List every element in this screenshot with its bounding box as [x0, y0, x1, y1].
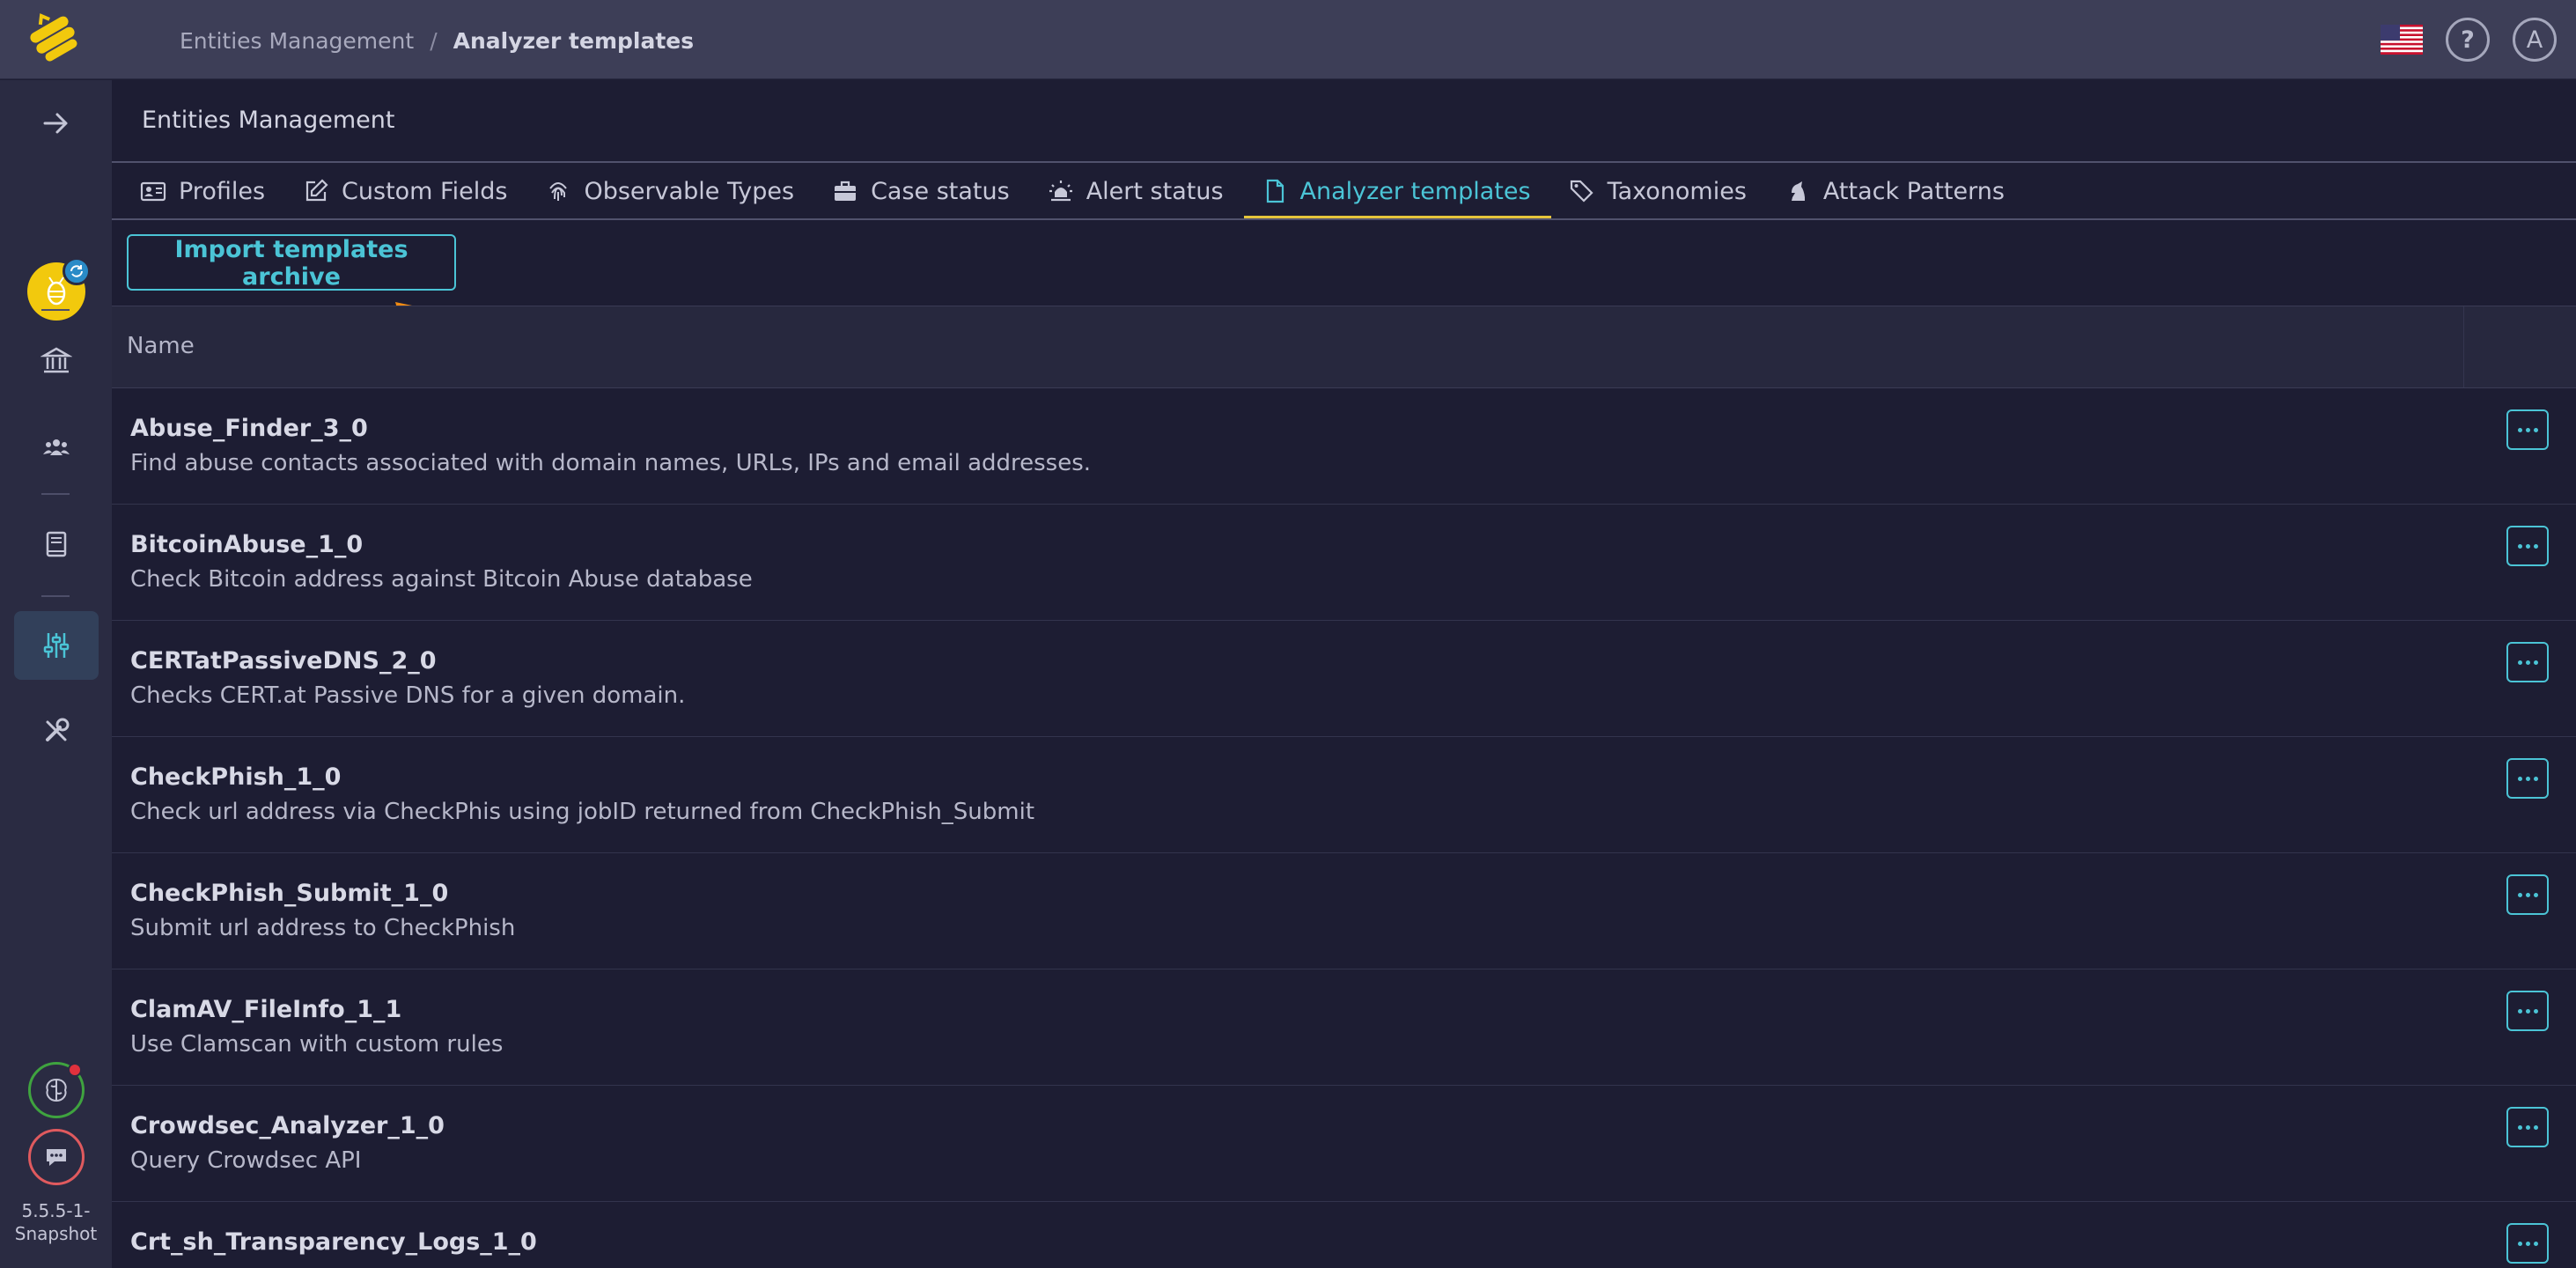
table-row[interactable]: ClamAV_FileInfo_1_1 Use Clamscan with cu…	[112, 969, 2576, 1086]
tab-observable-types[interactable]: Observable Types	[527, 163, 814, 219]
tab-alert-status[interactable]: Alert status	[1030, 163, 1244, 219]
templates-list: Abuse_Finder_3_0 Find abuse contacts ass…	[112, 388, 2576, 1268]
breadcrumb-current: Analyzer templates	[453, 27, 695, 54]
table-row[interactable]: BitcoinAbuse_1_0 Check Bitcoin address a…	[112, 505, 2576, 621]
template-name[interactable]: CheckPhish_Submit_1_0	[130, 880, 448, 907]
chess-knight-icon	[1791, 181, 1805, 201]
app-version: 5.5.5-1-Snapshot	[14, 1200, 98, 1244]
template-description: Submit url address to CheckPhish	[130, 915, 516, 941]
tab-case-status[interactable]: Case status	[814, 163, 1030, 219]
tab-label: Case status	[871, 177, 1010, 205]
import-templates-archive-button[interactable]: Import templates archive	[127, 234, 456, 291]
table-row[interactable]: CheckPhish_Submit_1_0 Submit url address…	[112, 853, 2576, 969]
template-name[interactable]: Crowdsec_Analyzer_1_0	[130, 1112, 445, 1139]
row-actions-ellipsis-button[interactable]	[2506, 526, 2549, 566]
notification-dot	[68, 1063, 82, 1077]
platform-management-sliders-icon[interactable]	[14, 611, 99, 680]
users-icon[interactable]	[14, 413, 99, 482]
table-row[interactable]: Crowdsec_Analyzer_1_0 Query Crowdsec API	[112, 1086, 2576, 1202]
row-actions-ellipsis-button[interactable]	[2506, 1223, 2549, 1264]
template-description: Check Bitcoin address against Bitcoin Ab…	[130, 566, 753, 593]
row-actions-ellipsis-button[interactable]	[2506, 991, 2549, 1031]
tags-icon	[1570, 180, 1593, 203]
tab-label: Alert status	[1086, 177, 1224, 205]
table-header: Name	[112, 306, 2576, 388]
template-name[interactable]: Abuse_Finder_3_0	[130, 415, 368, 442]
page-title: Entities Management	[142, 107, 395, 134]
template-name[interactable]: Crt_sh_Transparency_Logs_1_0	[130, 1228, 537, 1256]
us-flag-icon[interactable]	[2381, 25, 2423, 55]
template-name[interactable]: CheckPhish_1_0	[130, 763, 341, 791]
table-row[interactable]: Abuse_Finder_3_0 Find abuse contacts ass…	[112, 388, 2576, 505]
breadcrumb-entities-management[interactable]: Entities Management	[180, 28, 414, 54]
row-actions-ellipsis-button[interactable]	[2506, 409, 2549, 450]
template-name[interactable]: ClamAV_FileInfo_1_1	[130, 996, 401, 1023]
tab-label: Taxonomies	[1607, 177, 1747, 205]
tab-custom-fields[interactable]: Custom Fields	[285, 163, 527, 219]
breadcrumb-separator: /	[430, 27, 438, 54]
expand-sidebar-arrow-icon[interactable]	[14, 89, 99, 158]
row-actions-ellipsis-button[interactable]	[2506, 1107, 2549, 1147]
tab-label: Profiles	[179, 177, 266, 205]
sync-icon	[63, 257, 91, 285]
template-name[interactable]: BitcoinAbuse_1_0	[130, 531, 363, 558]
row-actions-ellipsis-button[interactable]	[2506, 874, 2549, 915]
tab-label: Observable Types	[584, 177, 795, 205]
sidebar-divider	[41, 309, 70, 311]
tab-analyzer-templates[interactable]: Analyzer templates	[1243, 163, 1551, 219]
briefcase-icon	[835, 181, 857, 201]
file-icon	[1266, 179, 1284, 203]
edit-icon	[305, 179, 328, 202]
tab-label: Attack Patterns	[1822, 177, 2005, 205]
tab-attack-patterns[interactable]: Attack Patterns	[1767, 163, 2025, 219]
column-header-name[interactable]: Name	[127, 333, 195, 359]
table-row[interactable]: CheckPhish_1_0 Check url address via Che…	[112, 737, 2576, 853]
knowledge-base-book-icon[interactable]	[14, 510, 99, 579]
row-actions-ellipsis-button[interactable]	[2506, 642, 2549, 682]
fingerprint-icon	[549, 182, 568, 201]
user-avatar[interactable]: A	[2513, 18, 2557, 62]
main-content: Entities Management Profiles Custom Fiel…	[112, 80, 2576, 1268]
tab-taxonomies[interactable]: Taxonomies	[1551, 163, 1767, 219]
row-actions-ellipsis-button[interactable]	[2506, 758, 2549, 799]
tools-icon[interactable]	[14, 697, 99, 765]
tab-profiles[interactable]: Profiles	[122, 163, 285, 219]
template-description: Checks CERT.at Passive DNS for a given d…	[130, 682, 686, 709]
tab-label: Custom Fields	[342, 177, 508, 205]
chat-icon[interactable]	[28, 1129, 85, 1185]
tab-label: Analyzer templates	[1299, 177, 1531, 205]
top-bar: Entities Management / Analyzer templates…	[0, 0, 2576, 79]
organisations-bank-icon[interactable]	[14, 327, 99, 395]
table-row[interactable]: CERTatPassiveDNS_2_0 Checks CERT.at Pass…	[112, 621, 2576, 737]
template-description: Use Clamscan with custom rules	[130, 1031, 504, 1058]
template-description: Check url address via CheckPhis using jo…	[130, 799, 1035, 825]
divider	[112, 218, 2576, 220]
column-header-actions	[2463, 306, 2576, 387]
siren-icon	[1049, 181, 1072, 202]
table-row[interactable]: Crt_sh_Transparency_Logs_1_0	[112, 1202, 2576, 1268]
tab-bar: Profiles Custom Fields Observable Types …	[112, 163, 2576, 219]
template-description: Query Crowdsec API	[130, 1147, 362, 1174]
thehive-logo[interactable]	[25, 11, 85, 67]
sidebar	[0, 80, 112, 1268]
breadcrumb: Entities Management / Analyzer templates	[180, 23, 694, 58]
organisation-badge[interactable]	[27, 257, 91, 321]
template-name[interactable]: CERTatPassiveDNS_2_0	[130, 647, 437, 675]
sidebar-divider	[41, 493, 70, 495]
id-card-icon	[140, 181, 166, 202]
brain-status-icon[interactable]	[28, 1062, 85, 1118]
sidebar-divider	[41, 595, 70, 597]
help-icon[interactable]: ?	[2446, 18, 2490, 62]
template-description: Find abuse contacts associated with doma…	[130, 450, 1092, 476]
